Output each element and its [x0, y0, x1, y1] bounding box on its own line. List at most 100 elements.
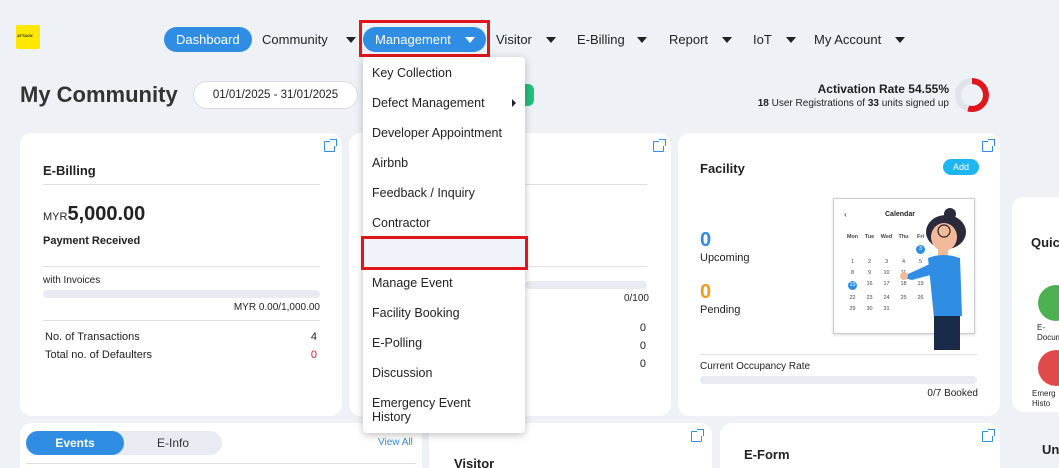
calendar-cell: 24: [883, 295, 890, 301]
menu-item-airbnb[interactable]: Airbnb: [372, 156, 408, 170]
chevron-down-icon: [345, 36, 356, 43]
menu-item-feedback-inquiry[interactable]: Feedback / Inquiry: [372, 186, 475, 200]
menu-item-history[interactable]: History: [372, 410, 411, 424]
app-logo[interactable]: ATTACK: [16, 25, 40, 49]
nav-dashboard[interactable]: Dashboard: [164, 27, 252, 52]
ebilling-card: E-Billing MYR5,000.00 Payment Received w…: [20, 133, 342, 416]
calendar-cell: [844, 245, 861, 254]
menu-item-manage-event[interactable]: Manage Event: [372, 276, 453, 290]
invoices-value: MYR 0.00/1,000.00: [233, 302, 320, 313]
open-external-icon[interactable]: [691, 429, 704, 442]
calendar-cell: 8: [850, 270, 855, 276]
stat-value: 0: [639, 322, 646, 334]
upcoming-label: Upcoming: [700, 252, 750, 264]
chevron-down-icon: [722, 36, 733, 43]
calendar-cell: 3: [884, 259, 889, 265]
card-title: E-Form: [744, 447, 790, 462]
divider: [43, 320, 320, 321]
menu-item-discussion[interactable]: Discussion: [372, 366, 432, 380]
calendar-cell: 1: [850, 259, 855, 265]
divider: [525, 266, 647, 267]
pending-count: 0: [700, 281, 712, 303]
quick-item-label: Emerg Histo: [1032, 389, 1056, 408]
transactions-label: No. of Transactions: [45, 331, 140, 343]
add-button[interactable]: Add: [943, 159, 980, 175]
pending-label: Pending: [700, 304, 741, 316]
invoices-label: with Invoices: [43, 275, 101, 286]
calendar-cell: 17: [883, 281, 890, 287]
calendar-selected-day: 15: [848, 281, 857, 290]
nav-my-account[interactable]: My Account: [814, 27, 906, 52]
chevron-right-icon: [512, 99, 516, 107]
activation-donut: [955, 78, 989, 112]
chevron-down-icon: [464, 36, 475, 43]
open-external-icon[interactable]: [982, 429, 995, 442]
view-all-link[interactable]: View All: [378, 437, 413, 448]
chevron-down-icon: [785, 36, 796, 43]
chevron-left-icon: ‹: [844, 210, 847, 219]
calendar-day-header: Mon: [846, 234, 859, 240]
nav-iot[interactable]: IoT: [753, 27, 796, 52]
occupancy-label: Current Occupancy Rate: [700, 361, 811, 372]
nav-visitor[interactable]: Visitor: [496, 27, 556, 52]
calendar-cell: 10: [883, 270, 890, 276]
stat-value: 0: [639, 340, 646, 352]
chevron-down-icon: [895, 36, 906, 43]
tab-events[interactable]: Events: [26, 431, 124, 455]
nav-ebilling[interactable]: E-Billing: [577, 27, 647, 52]
quick-actions-card: Quic E- Docum Emerg Histo: [1012, 197, 1059, 412]
calendar-cell: 23: [866, 295, 873, 301]
payment-label: Payment Received: [43, 235, 141, 247]
menu-item-key-collection[interactable]: Key Collection: [372, 66, 452, 80]
stat-value: 0: [639, 358, 646, 370]
progress-bar: [525, 281, 647, 289]
divider: [26, 463, 416, 464]
card-title: Quic: [1031, 235, 1059, 250]
nav-community[interactable]: Community: [262, 27, 356, 52]
chevron-down-icon: [545, 36, 556, 43]
page-title: My Community: [20, 82, 178, 107]
person-illustration: [900, 208, 966, 350]
card-title: Visitor: [454, 456, 495, 468]
calendar-cell: 29: [849, 306, 856, 312]
card-title: E-Billing: [43, 163, 96, 178]
registrations-summary: 18 User Registrations of 33 units signed…: [757, 98, 949, 109]
invoices-progress: [43, 290, 320, 298]
open-external-icon[interactable]: [653, 139, 666, 152]
calendar-cell: 31: [883, 306, 890, 312]
green-button-partial[interactable]: [524, 84, 534, 106]
divider: [525, 184, 647, 185]
menu-item-defect-management[interactable]: Defect Management: [372, 96, 485, 110]
quick-item-label: E- Docum: [1037, 323, 1059, 342]
alarm-icon[interactable]: [1038, 350, 1059, 386]
tab-einfo[interactable]: E-Info: [124, 431, 222, 455]
eforms-highlight: [361, 236, 528, 270]
menu-item-emergency-event[interactable]: Emergency Event: [372, 396, 471, 410]
menu-item-contractor[interactable]: Contractor: [372, 216, 430, 230]
menu-item-developer-appointment[interactable]: Developer Appointment: [372, 126, 502, 140]
partial-card-title: Un: [1042, 442, 1059, 457]
ratio-value: 0/100: [623, 293, 649, 304]
defaulters-value: 0: [310, 349, 317, 361]
menu-item-e-polling[interactable]: E-Polling: [372, 336, 422, 350]
nav-management[interactable]: Management: [363, 27, 486, 52]
eform-card: E-Form: [720, 423, 1000, 468]
occupancy-progress: [700, 376, 977, 384]
card-title: Facility: [700, 161, 745, 176]
amount-received: MYR5,000.00: [43, 203, 146, 225]
date-range-picker[interactable]: 01/01/2025 - 31/01/2025: [193, 81, 358, 109]
nav-report[interactable]: Report: [669, 27, 733, 52]
transactions-value: 4: [310, 331, 317, 343]
open-external-icon[interactable]: [324, 139, 337, 152]
defaulters-label: Total no. of Defaulters: [45, 349, 153, 361]
divider: [43, 266, 320, 267]
open-external-icon[interactable]: [982, 139, 995, 152]
menu-item-facility-booking[interactable]: Facility Booking: [372, 306, 460, 320]
calendar-cell: 2: [867, 259, 872, 265]
chevron-down-icon: [636, 36, 647, 43]
folder-icon[interactable]: [1038, 285, 1059, 321]
calendar-cell: [878, 245, 895, 254]
calendar-cell: 15: [844, 281, 861, 290]
calendar-cell: 9: [867, 270, 872, 276]
upcoming-count: 0: [700, 229, 712, 251]
